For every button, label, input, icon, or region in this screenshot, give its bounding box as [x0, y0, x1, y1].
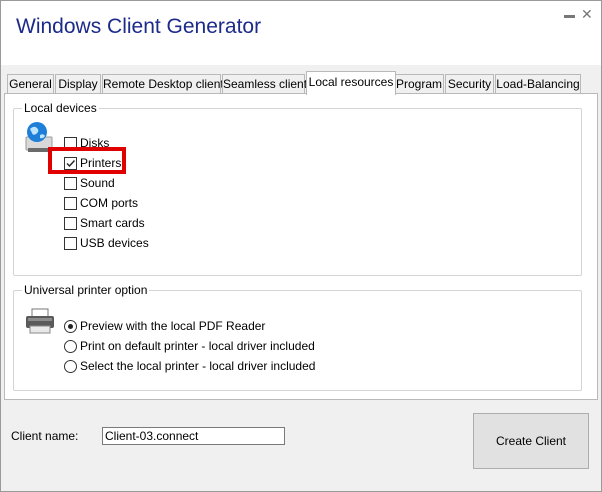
radio-label: Print on default printer - local driver …	[80, 339, 315, 353]
local-resources-panel: Local devices Disks Printers Sound COM p…	[4, 93, 598, 400]
close-icon[interactable]: ✕	[581, 4, 593, 24]
checkbox-box[interactable]	[64, 157, 77, 170]
universal-printer-group: Universal printer option Preview with th…	[13, 283, 582, 391]
local-devices-title: Local devices	[22, 101, 99, 115]
tab-seamless-client[interactable]: Seamless client	[222, 74, 308, 94]
tab-label: Remote Desktop client	[103, 77, 224, 91]
checkbox-box[interactable]	[64, 237, 77, 250]
checkbox-label: Smart cards	[80, 216, 145, 230]
checkbox-label: Disks	[80, 136, 110, 150]
checkbox-box[interactable]	[64, 217, 77, 230]
tab-label: Local resources	[308, 75, 394, 89]
checkbox-label: Sound	[80, 176, 115, 190]
minimize-icon[interactable]	[564, 15, 575, 18]
radio-circle[interactable]	[64, 360, 77, 373]
title-bar: Windows Client Generator ✕	[1, 1, 601, 65]
tab-display[interactable]: Display	[55, 74, 101, 94]
checkbox-label: COM ports	[80, 196, 139, 210]
tab-label: Load-Balancing	[496, 77, 580, 91]
checkbox-label: Printers	[80, 156, 122, 170]
create-client-button[interactable]: Create Client	[473, 413, 589, 469]
local-devices-group: Local devices Disks Printers Sound COM p…	[13, 101, 582, 276]
tab-label: Display	[58, 77, 98, 91]
globe-computer-icon	[24, 121, 54, 155]
tab-general[interactable]: General	[7, 74, 54, 94]
client-name-input[interactable]	[102, 427, 285, 445]
checkbox-box[interactable]	[64, 137, 77, 150]
tab-load-balancing[interactable]: Load-Balancing	[495, 74, 581, 94]
window-title: Windows Client Generator	[16, 15, 262, 38]
main-window: Windows Client Generator ✕ General Displ…	[0, 0, 602, 492]
tab-program[interactable]: Program	[394, 74, 444, 94]
tab-local-resources[interactable]: Local resources	[306, 71, 396, 95]
tab-label: General	[9, 77, 52, 91]
radio-circle[interactable]	[64, 320, 77, 333]
tab-label: Security	[447, 77, 492, 91]
checkbox-box[interactable]	[64, 197, 77, 210]
tab-security[interactable]: Security	[445, 74, 494, 94]
checkbox-label: USB devices	[80, 236, 149, 250]
radio-circle[interactable]	[64, 340, 77, 353]
radio-label: Select the local printer - local driver …	[80, 359, 316, 373]
checkbox-box[interactable]	[64, 177, 77, 190]
checkmark-icon	[66, 160, 76, 168]
tab-label: Program	[395, 77, 442, 91]
client-name-label: Client name:	[11, 429, 79, 443]
tab-label: Seamless client	[223, 77, 308, 91]
radio-label: Preview with the local PDF Reader	[80, 319, 266, 333]
printer-icon	[24, 307, 56, 335]
universal-printer-title: Universal printer option	[22, 283, 150, 297]
tab-remote-desktop-client[interactable]: Remote Desktop client	[102, 74, 224, 94]
